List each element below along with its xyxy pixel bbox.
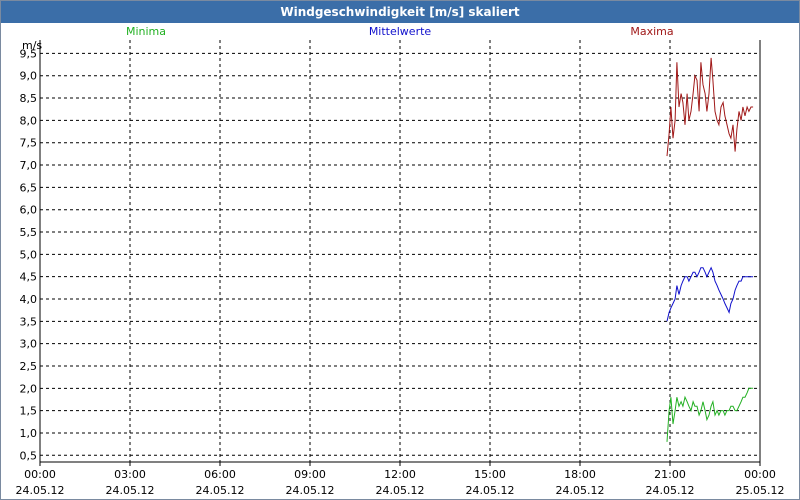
x-tick-date-label: 24.05.12	[466, 484, 515, 497]
y-tick-label: 6,5	[20, 181, 38, 194]
x-axis-ticks: 00:00 24.05.12 03:00 24.05.12 06:00 24.05.12 0…	[16, 462, 785, 497]
series-line-mittelwerte	[666, 266, 754, 322]
x-tick-time-label: 00:00	[744, 468, 776, 481]
grid-lines	[40, 40, 760, 462]
x-tick-date-label: 24.05.12	[196, 484, 245, 497]
y-tick-label: 7,0	[20, 159, 38, 172]
x-tick-time-label: 18:00	[564, 468, 596, 481]
y-tick-label: 3,0	[20, 338, 38, 351]
wind-speed-chart: 0,5 1,0 1,5 2,0 2,5 3,0 3,5 4,0 4,5 5,0 5,5 6,0 6,5 7…	[16, 25, 785, 497]
y-tick-label: 5,5	[20, 226, 38, 239]
series-lines	[666, 57, 754, 442]
y-tick-label: 4,0	[20, 293, 38, 306]
y-tick-label: 7,5	[20, 137, 38, 150]
legend-mittelwerte: Mittelwerte	[369, 25, 432, 38]
y-axis-ticks: 0,5 1,0 1,5 2,0 2,5 3,0 3,5 4,0 4,5 5,0 5,5 6,0 6,5 7…	[20, 47, 38, 462]
x-tick-time-label: 15:00	[474, 468, 506, 481]
x-tick-date-label: 24.05.12	[376, 484, 425, 497]
y-tick-label: 9,0	[20, 70, 38, 83]
y-tick-label: 1,5	[20, 405, 38, 418]
y-tick-label: 8,5	[20, 92, 38, 105]
x-tick-date-label: 24.05.12	[556, 484, 605, 497]
x-tick-time-label: 09:00	[294, 468, 326, 481]
legend-maxima: Maxima	[630, 25, 673, 38]
x-tick-date-label: 24.05.12	[286, 484, 335, 497]
x-tick-time-label: 21:00	[654, 468, 686, 481]
y-tick-label: 4,5	[20, 271, 38, 284]
y-tick-label: 3,5	[20, 315, 38, 328]
x-tick-time-label: 06:00	[204, 468, 236, 481]
x-tick-date-label: 24.05.12	[106, 484, 155, 497]
y-tick-label: 2,5	[20, 360, 38, 373]
x-tick-time-label: 03:00	[114, 468, 146, 481]
series-line-maxima	[666, 57, 754, 157]
x-tick-date-label: 24.05.12	[16, 484, 65, 497]
y-tick-label: 5,0	[20, 248, 38, 261]
y-tick-label: 2,0	[20, 382, 38, 395]
y-axis-unit-label: m/s	[22, 39, 42, 52]
x-tick-time-label: 12:00	[384, 468, 416, 481]
y-tick-label: 0,5	[20, 449, 38, 462]
x-tick-time-label: 00:00	[24, 468, 56, 481]
x-tick-date-label: 24.05.12	[646, 484, 695, 497]
x-tick-date-label: 25.05.12	[736, 484, 785, 497]
legend-minima: Minima	[126, 25, 166, 38]
y-tick-label: 6,0	[20, 204, 38, 217]
y-tick-label: 8,0	[20, 114, 38, 127]
y-tick-label: 1,0	[20, 427, 38, 440]
series-line-minima	[666, 387, 754, 442]
